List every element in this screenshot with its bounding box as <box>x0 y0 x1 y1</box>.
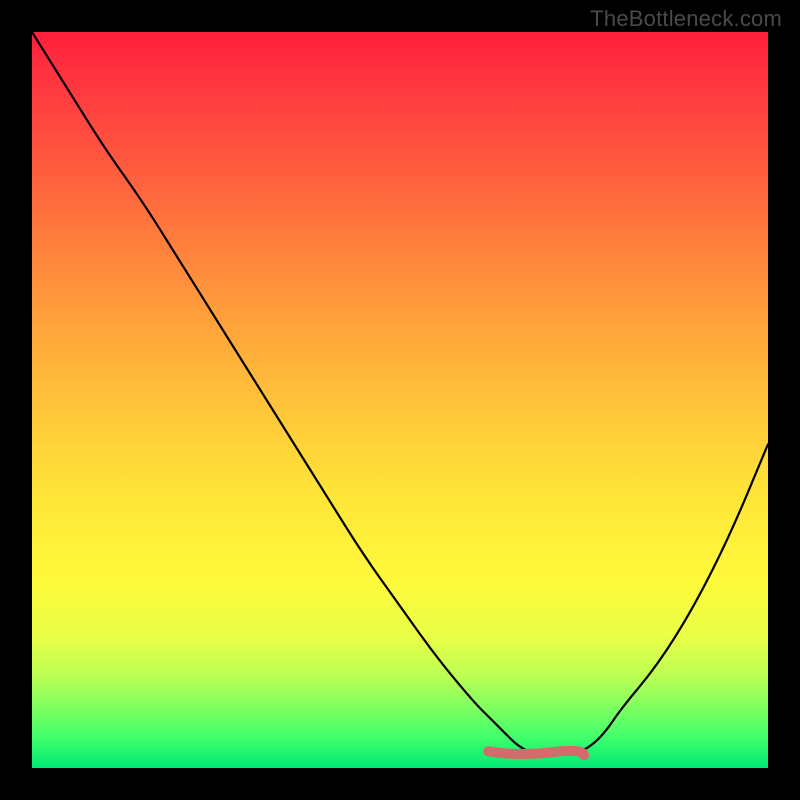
chart-frame: TheBottleneck.com <box>0 0 800 800</box>
curve-layer <box>32 32 768 768</box>
watermark-text: TheBottleneck.com <box>590 6 782 32</box>
gradient-plot-area <box>32 32 768 768</box>
bottleneck-curve <box>32 32 768 753</box>
sweet-spot-marker <box>488 751 584 755</box>
